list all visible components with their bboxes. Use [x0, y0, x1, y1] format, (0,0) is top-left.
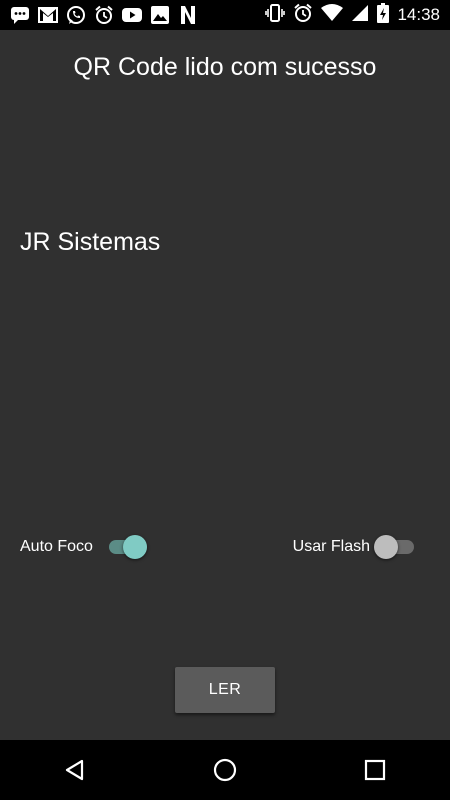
flash-switch[interactable]	[374, 532, 416, 562]
system-icons: 14:38	[265, 2, 440, 28]
flash-label: Usar Flash	[292, 538, 370, 555]
status-bar: 14:38	[0, 0, 450, 30]
read-button[interactable]: LER	[175, 667, 275, 713]
back-icon	[65, 759, 84, 781]
alarm-icon	[293, 3, 313, 28]
back-button[interactable]	[45, 740, 105, 800]
qr-result-text: JR Sistemas	[20, 228, 161, 256]
auto-focus-option: Auto Foco	[20, 532, 149, 562]
auto-focus-switch-thumb	[122, 535, 147, 559]
home-button[interactable]	[195, 740, 255, 800]
signal-icon	[351, 4, 369, 27]
battery-charging-icon	[377, 2, 390, 28]
options-row: Auto Foco Usar Flash	[20, 532, 416, 562]
navigation-bar	[0, 740, 450, 800]
chat-icon	[10, 5, 30, 25]
home-icon	[213, 758, 237, 782]
page-title: QR Code lido com sucesso	[73, 53, 377, 81]
flash-option: Usar Flash	[293, 532, 416, 562]
wifi-icon	[321, 3, 344, 27]
recents-icon	[364, 759, 386, 781]
photos-icon	[150, 5, 170, 25]
vibrate-icon	[265, 3, 286, 28]
flash-switch-thumb	[374, 535, 398, 559]
auto-focus-switch[interactable]	[107, 532, 149, 562]
alarm-icon	[94, 5, 114, 25]
youtube-icon	[122, 5, 142, 25]
auto-focus-label: Auto Foco	[20, 538, 93, 555]
whatsapp-icon	[66, 5, 86, 25]
recents-button[interactable]	[345, 740, 405, 800]
notification-icons	[10, 5, 198, 25]
status-time: 14:38	[397, 5, 440, 24]
netflix-icon	[178, 5, 198, 25]
gmail-icon	[38, 5, 58, 25]
